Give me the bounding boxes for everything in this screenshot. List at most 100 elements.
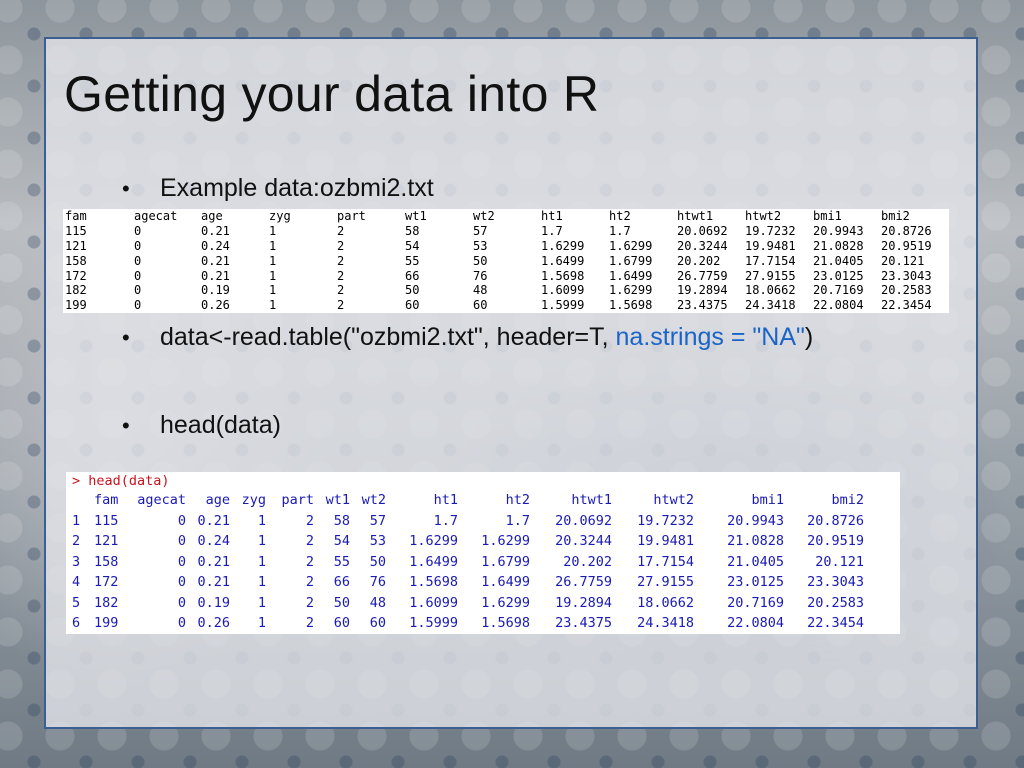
console-table-row: 5 182 0 0.19 1 2 50 48 1.6099 1.6299 19.2894 18.066… — [70, 593, 864, 614]
raw-table-cell: 0 — [134, 283, 142, 298]
console-table-cell: 1.6799 — [481, 553, 530, 570]
raw-table-cell: 0.26 — [201, 298, 230, 313]
raw-table-cell: 1 — [269, 238, 277, 253]
console-table-cell: 60 — [369, 615, 386, 632]
console-table-cell: 20.121 — [815, 553, 864, 570]
console-table-cell: 20.202 — [563, 553, 612, 570]
console-table-cell: 21.0828 — [727, 533, 784, 550]
raw-table-cell: 17.7154 — [745, 253, 796, 268]
console-table-header-cell: htwt1 — [571, 492, 612, 509]
raw-table-cell: 172 — [65, 268, 87, 283]
raw-table-cell: 19.2894 — [677, 283, 728, 298]
console-table-cell: 0.21 — [197, 512, 230, 529]
console-table-cell: 0 — [177, 512, 186, 529]
console-table-cell: 26.7759 — [555, 574, 612, 591]
console-table-cell: 1.6299 — [409, 533, 458, 550]
raw-table-header-cell: wt1 — [405, 209, 427, 224]
raw-table-cell: 1 — [269, 283, 277, 298]
raw-table-cell: 76 — [473, 268, 488, 283]
raw-table-cell: 1.6299 — [609, 238, 653, 253]
console-table-header-cell: ht2 — [505, 492, 530, 509]
console-table-cell: 17.7154 — [637, 553, 694, 570]
console-table-cell: 20.0692 — [555, 512, 612, 529]
console-table-cell: 1 — [257, 615, 266, 632]
console-table-cell: 158 — [94, 553, 119, 570]
raw-table-header-cell: age — [201, 209, 223, 224]
raw-table-cell: 1.6099 — [541, 283, 585, 298]
console-table-cell: 1.5698 — [409, 574, 458, 591]
console-table-row: 1 115 0 0.21 1 2 58 57 1.7 1.7 20.0692 19.7232 20.99… — [70, 511, 864, 532]
raw-table-cell: 2 — [337, 253, 345, 268]
bullet-head-data: • head(data) — [122, 408, 281, 443]
raw-table-cell: 1.6499 — [541, 253, 585, 268]
console-table-cell: 0 — [177, 594, 186, 611]
raw-table-row: 172 0 0.21 1 2 66 76 1.5698 1.6499 26.7759 27.9155… — [65, 268, 945, 283]
console-table-cell: 1.6299 — [481, 594, 530, 611]
raw-table-header-cell: zyg — [269, 209, 291, 224]
raw-table-cell: 1.5698 — [609, 298, 653, 313]
console-table-cell: 19.7232 — [637, 512, 694, 529]
raw-table-cell: 1 — [269, 253, 277, 268]
bullet-code-highlight: na.strings = "NA" — [615, 323, 805, 351]
console-table-header-cell: wt1 — [325, 492, 350, 509]
console-table-cell: 1.5698 — [481, 615, 530, 632]
console-table-header-cell: bmi1 — [751, 492, 784, 509]
raw-table-cell: 22.0804 — [813, 298, 864, 313]
raw-table-cell: 54 — [405, 238, 420, 253]
raw-table-cell: 22.3454 — [881, 298, 932, 313]
console-table-cell: 1.7 — [433, 512, 458, 529]
bullet-text: head(data) — [160, 411, 281, 439]
slide-title: Getting your data into R — [64, 66, 600, 122]
raw-table-row: 115 0 0.21 1 2 58 57 1.7 1.7 20.0692 19.7232 20.994… — [65, 224, 945, 239]
raw-table-cell: 2 — [337, 283, 345, 298]
r-console-output: > head(data) fam agecat age zyg part wt1 wt2 ht… — [66, 472, 900, 634]
raw-table-header-cell: bmi2 — [881, 209, 910, 224]
console-table-cell: 76 — [369, 574, 386, 591]
console-table-cell: 60 — [333, 615, 350, 632]
console-table-cell: 5 — [72, 594, 81, 611]
raw-table-cell: 57 — [473, 224, 488, 239]
raw-table-cell: 20.9943 — [813, 224, 864, 239]
bullet-read-table: • data<-read.table("ozbmi2.txt", header=… — [122, 320, 920, 355]
raw-table-cell: 2 — [337, 268, 345, 283]
console-table-header-cell: age — [205, 492, 230, 509]
console-table-cell: 20.3244 — [555, 533, 612, 550]
console-table-row: 3 158 0 0.21 1 2 55 50 1.6499 1.6799 20.202 17.7154… — [70, 552, 864, 573]
raw-table-cell: 19.9481 — [745, 238, 796, 253]
raw-table-cell: 66 — [405, 268, 420, 283]
raw-table-cell: 50 — [405, 283, 420, 298]
console-table-cell: 50 — [369, 553, 386, 570]
raw-table-cell: 20.8726 — [881, 224, 932, 239]
raw-table-cell: 55 — [405, 253, 420, 268]
console-table-cell: 6 — [72, 615, 81, 632]
console-table-cell: 182 — [94, 594, 119, 611]
raw-table-cell: 20.2583 — [881, 283, 932, 298]
console-table-cell: 0 — [177, 553, 186, 570]
console-table-cell: 2 — [305, 574, 314, 591]
console-table-cell: 66 — [333, 574, 350, 591]
console-table-cell: 1 — [257, 574, 266, 591]
bullet-example-data: • Example data:ozbmi2.txt — [122, 171, 434, 206]
raw-table-header-cell: ht2 — [609, 209, 631, 224]
console-table-header-cell: wt2 — [361, 492, 386, 509]
raw-table-cell: 60 — [473, 298, 488, 313]
raw-table-cell: 1 — [269, 268, 277, 283]
raw-table-header-cell: bmi1 — [813, 209, 842, 224]
raw-table-row: 121 0 0.24 1 2 54 53 1.6299 1.6299 20.3244 19.9481… — [65, 239, 945, 254]
raw-table-cell: 21.0828 — [813, 238, 864, 253]
raw-table-cell: 2 — [337, 238, 345, 253]
console-table-cell: 1 — [257, 553, 266, 570]
console-table-cell: 0 — [177, 533, 186, 550]
console-table-cell: 1 — [257, 594, 266, 611]
raw-table-cell: 0 — [134, 298, 142, 313]
raw-table-cell: 1 — [269, 224, 277, 239]
console-table-cell: 27.9155 — [637, 574, 694, 591]
console-table-cell: 22.0804 — [727, 615, 784, 632]
raw-table-cell: 60 — [405, 298, 420, 313]
console-table-row: 2 121 0 0.24 1 2 54 53 1.6299 1.6299 20.3244 19.948… — [70, 531, 864, 552]
console-table-cell: 48 — [369, 594, 386, 611]
bullet-dot-icon: • — [122, 325, 130, 350]
console-table-cell: 4 — [72, 574, 81, 591]
console-table-cell: 2 — [305, 553, 314, 570]
raw-table-cell: 0.24 — [201, 238, 230, 253]
